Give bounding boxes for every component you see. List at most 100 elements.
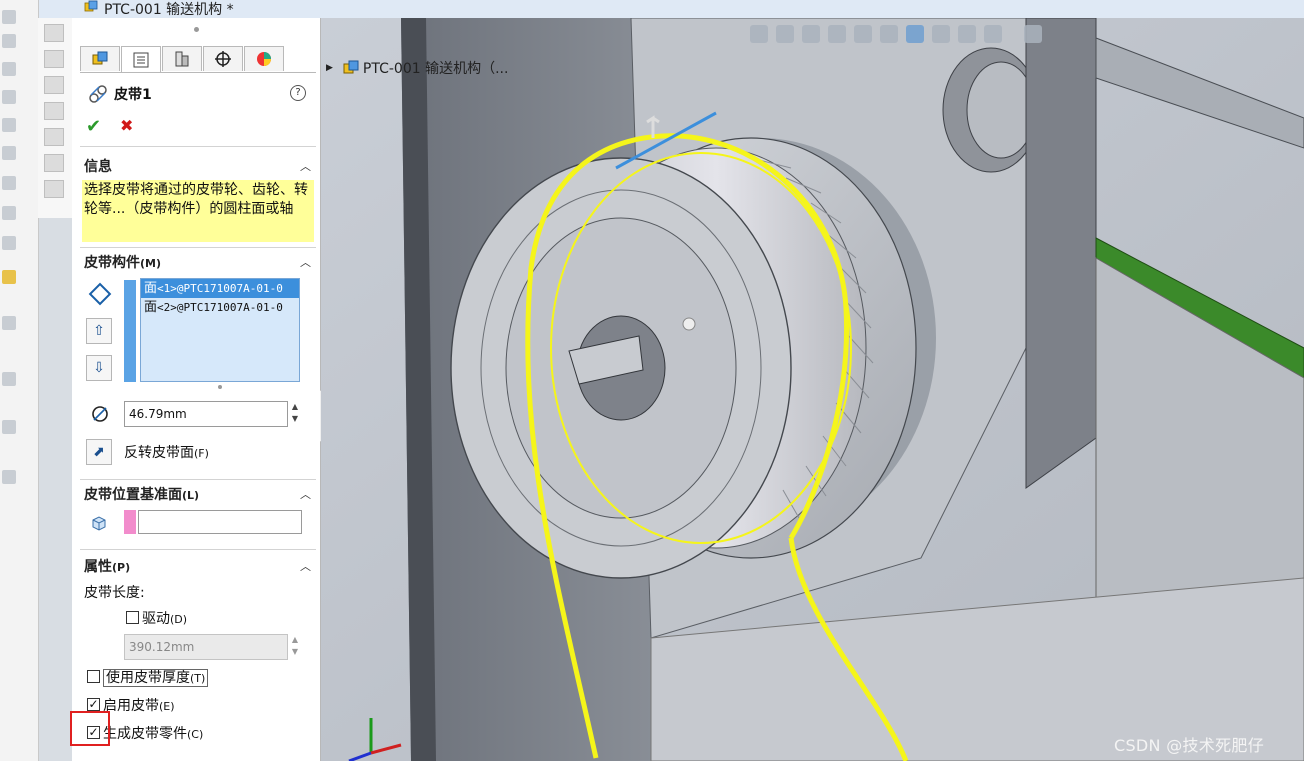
belt-plane-section-header[interactable]: 皮带位置基准面(L) xyxy=(84,484,199,504)
property-manager-panel: 皮带1 ? ✔ ✖ 信息 ︿ 选择皮带将通过的皮带轮、齿轮、转轮等...（皮带构… xyxy=(72,18,321,761)
tool-icon[interactable] xyxy=(2,10,16,24)
selection-focus-bar xyxy=(124,280,136,382)
crosshair-icon xyxy=(215,51,231,67)
property-manager-tab[interactable] xyxy=(121,46,161,72)
zoom-to-area-icon[interactable] xyxy=(776,25,794,43)
plane-cube-icon xyxy=(92,516,106,531)
collapse-caret-icon[interactable]: ︿ xyxy=(300,158,311,174)
command-strip-secondary xyxy=(38,18,73,218)
list-item[interactable]: 面<2>@PTC171007A-01-0 xyxy=(141,298,299,317)
assembly-icon xyxy=(343,60,359,74)
list-item[interactable]: 面<1>@PTC171007A-01-0 xyxy=(141,279,299,298)
enable-belt-label[interactable]: 启用皮带(E) xyxy=(103,695,175,715)
enable-belt-checkbox[interactable]: ✓ xyxy=(87,698,100,711)
edit-appearance-icon[interactable] xyxy=(958,25,976,43)
tool-icon[interactable] xyxy=(2,420,16,434)
tool-icon[interactable] xyxy=(44,154,64,172)
tool-icon[interactable] xyxy=(2,236,16,250)
info-message: 选择皮带将通过的皮带轮、齿轮、转轮等...（皮带构件）的圆柱面或轴 xyxy=(82,180,314,242)
apply-scene-icon[interactable] xyxy=(984,25,1002,43)
tool-icon[interactable] xyxy=(44,50,64,68)
flip-belt-label[interactable]: 反转皮带面(F) xyxy=(124,442,209,462)
length-spinner: ▲ ▼ xyxy=(291,635,299,656)
diameter-spinner[interactable]: ▲ ▼ xyxy=(289,401,301,427)
tool-icon[interactable] xyxy=(44,102,64,120)
zoom-to-fit-icon[interactable] xyxy=(750,25,768,43)
help-icon[interactable]: ? xyxy=(290,85,306,101)
tool-icon[interactable] xyxy=(2,62,16,76)
tool-icon[interactable] xyxy=(2,90,16,104)
tool-icon[interactable] xyxy=(2,118,16,132)
display-style-icon[interactable] xyxy=(906,25,924,43)
panel-grip[interactable] xyxy=(194,27,199,32)
window-titlebar: PTC-001 输送机构 * xyxy=(0,0,1304,19)
manager-tabs xyxy=(80,46,285,72)
belt-chain-icon xyxy=(89,85,107,103)
properties-section-header[interactable]: 属性(P) xyxy=(84,556,130,576)
tool-icon[interactable] xyxy=(44,76,64,94)
info-section-header[interactable]: 信息 xyxy=(84,156,112,176)
tool-icon[interactable] xyxy=(2,372,16,386)
divider xyxy=(80,549,316,550)
tool-icon[interactable] xyxy=(2,176,16,190)
tool-icon[interactable] xyxy=(44,180,64,198)
tool-icon[interactable] xyxy=(44,128,64,146)
display-manager-tab[interactable] xyxy=(244,46,284,71)
hide-show-items-icon[interactable] xyxy=(932,25,950,43)
tool-icon[interactable] xyxy=(2,470,16,484)
move-down-button[interactable]: ⇩ xyxy=(86,355,112,381)
use-belt-thickness-checkbox[interactable] xyxy=(87,670,100,683)
belt-members-list[interactable]: 面<1>@PTC171007A-01-0 面<2>@PTC171007A-01-… xyxy=(140,278,300,382)
pulley-diameter-field[interactable]: 46.79mm xyxy=(124,401,288,427)
feature-tree-icon xyxy=(92,51,108,65)
tool-icon[interactable] xyxy=(2,146,16,160)
assembly-icon xyxy=(84,0,98,12)
dynamic-annotation-icon[interactable] xyxy=(854,25,872,43)
feature-title: 皮带1 xyxy=(88,84,152,104)
command-strip xyxy=(0,0,39,761)
belt-members-section-header[interactable]: 皮带构件(M) xyxy=(84,252,161,272)
view-settings-icon[interactable] xyxy=(1024,25,1042,43)
flyout-feature-tree[interactable]: ▶ PTC-001 输送机构（... xyxy=(326,58,508,78)
tree-root-label[interactable]: PTC-001 输送机构（... xyxy=(363,58,509,78)
resize-handle[interactable] xyxy=(218,385,222,389)
section-view-icon[interactable] xyxy=(828,25,846,43)
cancel-button[interactable]: ✖ xyxy=(120,116,133,135)
divider xyxy=(80,479,316,480)
divider xyxy=(80,247,316,248)
belt-plane-field[interactable] xyxy=(138,510,302,534)
configuration-icon xyxy=(175,51,189,67)
drive-label[interactable]: 驱动(D) xyxy=(142,608,187,628)
belt-length-label: 皮带长度: xyxy=(84,585,145,601)
watermark: CSDN @技术死肥仔 xyxy=(1114,736,1265,755)
collapse-caret-icon[interactable]: ︿ xyxy=(300,558,311,574)
collapse-caret-icon[interactable]: ︿ xyxy=(300,486,311,502)
ok-button[interactable]: ✔ xyxy=(86,116,101,137)
view-orientation-icon[interactable] xyxy=(880,25,898,43)
create-belt-part-label[interactable]: 生成皮带零件(C) xyxy=(103,723,203,743)
tool-icon[interactable] xyxy=(2,316,16,330)
feature-manager-tab[interactable] xyxy=(80,46,120,71)
move-up-button[interactable]: ⇧ xyxy=(86,318,112,344)
diameter-icon xyxy=(92,406,108,422)
face-selection-icon xyxy=(88,282,112,306)
model-view xyxy=(321,18,1304,761)
divider xyxy=(80,146,316,147)
tool-icon[interactable] xyxy=(2,206,16,220)
tool-icon[interactable] xyxy=(44,24,64,42)
appearance-pie-icon xyxy=(257,52,271,66)
expand-caret-icon[interactable]: ▶ xyxy=(326,63,333,73)
configuration-manager-tab[interactable] xyxy=(162,46,202,71)
collapse-caret-icon[interactable]: ︿ xyxy=(300,254,311,270)
use-belt-thickness-label[interactable]: 使用皮带厚度(T) xyxy=(103,667,209,687)
previous-view-icon[interactable] xyxy=(802,25,820,43)
drive-checkbox[interactable] xyxy=(126,611,139,624)
tool-icon[interactable] xyxy=(2,34,16,48)
dimxpert-tab[interactable] xyxy=(203,46,243,71)
flip-belt-button[interactable]: ⬈ xyxy=(86,439,112,465)
highlight-annotation-box xyxy=(70,711,110,746)
belt-length-field: 390.12mm xyxy=(124,634,288,660)
graphics-viewport[interactable] xyxy=(321,18,1304,761)
tool-icon[interactable] xyxy=(2,270,16,284)
heads-up-view-toolbar xyxy=(750,22,1042,46)
